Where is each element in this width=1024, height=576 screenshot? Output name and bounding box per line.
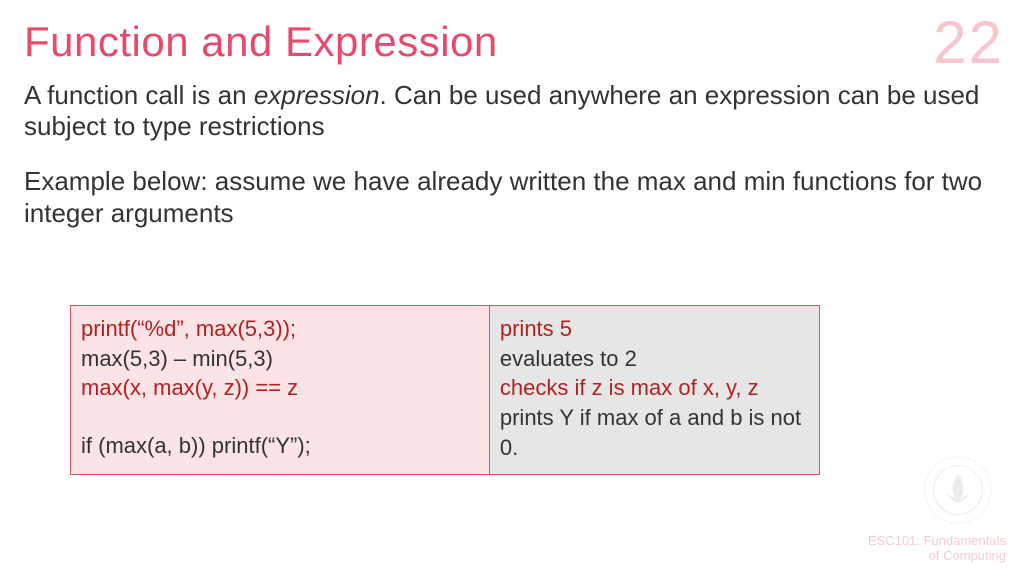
institute-logo-icon — [922, 454, 994, 526]
footer-line-1: ESC101: Fundamentals — [868, 533, 1006, 549]
slide-title: Function and Expression — [24, 18, 498, 66]
code-row-2: max(5,3) – min(5,3) — [81, 344, 479, 374]
slide-number: 22 — [933, 8, 1004, 77]
result-row-1: prints 5 — [500, 314, 809, 344]
paragraph-1: A function call is an expression. Can be… — [24, 80, 984, 142]
result-row-3: checks if z is max of x, y, z — [500, 373, 809, 403]
para1-text-a: A function call is an — [24, 80, 254, 110]
result-row-2: evaluates to 2 — [500, 344, 809, 374]
code-row-1: printf(“%d”, max(5,3)); — [81, 314, 479, 344]
code-row-3: max(x, max(y, z)) == z — [81, 373, 479, 403]
result-row-4: prints Y if max of a and b is not 0. — [500, 403, 809, 462]
footer-course-label: ESC101: Fundamentals of Computing — [868, 533, 1006, 564]
body-text: A function call is an expression. Can be… — [24, 80, 984, 253]
paragraph-2: Example below: assume we have already wr… — [24, 166, 984, 228]
example-code-column: printf(“%d”, max(5,3)); max(5,3) – min(5… — [71, 306, 490, 474]
example-result-column: prints 5 evaluates to 2 checks if z is m… — [490, 306, 819, 474]
footer-line-2: of Computing — [868, 548, 1006, 564]
para1-emphasis: expression — [254, 80, 380, 110]
example-table: printf(“%d”, max(5,3)); max(5,3) – min(5… — [70, 305, 820, 475]
code-row-4: if (max(a, b)) printf(“Y”); — [81, 431, 479, 461]
